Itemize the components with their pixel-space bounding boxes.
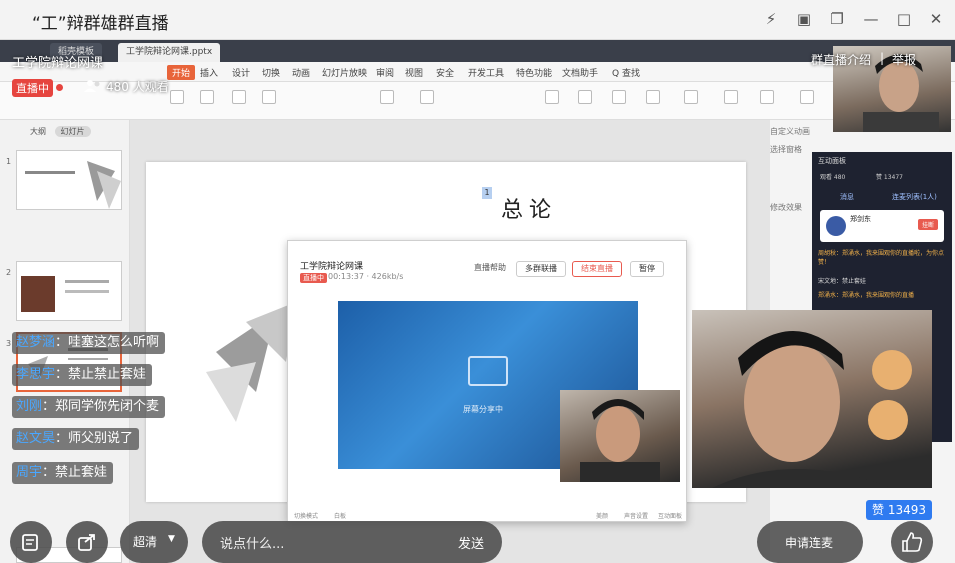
ppt-menu-item: 切换 xyxy=(262,69,281,79)
ppt-menu-item: 幻灯片放映 xyxy=(322,69,368,79)
share-title: 工学院辩论网课 xyxy=(300,262,364,272)
panel-viewers: 观看 480 xyxy=(820,174,846,181)
webcam-inset-small xyxy=(560,390,680,482)
live-dot-icon xyxy=(56,84,63,91)
maximize-icon[interactable]: □ xyxy=(895,10,913,28)
slide-thumb xyxy=(16,150,122,210)
comment-input[interactable]: 说点什么... xyxy=(220,533,284,552)
ppt-menu-item: 动画 xyxy=(292,69,311,79)
share-caption: 屏幕分享中 xyxy=(463,405,503,414)
panel-message: 宋文地：禁止套娃 xyxy=(818,278,867,285)
title-bar: “工”辩群雄群直播 ⚡ ▣ ❐ — □ ✕ xyxy=(0,0,955,40)
avatar xyxy=(826,216,846,236)
close-icon[interactable]: ✕ xyxy=(927,10,945,28)
panel-tab-messages: 消息 xyxy=(840,193,854,201)
room-name: 工学院辩论网课 xyxy=(12,56,104,71)
share-pause-button: 暂停 xyxy=(630,261,664,277)
ppt-menu-item: 特色功能 xyxy=(516,69,553,79)
panel-message: 郑涌水：郑涌水，我来围观你的直播 xyxy=(818,292,915,299)
notes-icon xyxy=(22,534,38,551)
ppt-tab: 工学院辩论网课.pptx xyxy=(118,43,221,62)
mic-user-name: 郑剑东 xyxy=(850,215,871,223)
lightning-icon[interactable]: ⚡ xyxy=(762,10,780,28)
share-foot-item: 美颜 xyxy=(596,513,609,520)
slide-thumb xyxy=(16,261,122,321)
monitor-icon xyxy=(468,356,508,386)
mic-user-card: 郑剑东 挂断 xyxy=(820,210,944,242)
pip-icon[interactable]: ❐ xyxy=(828,10,846,28)
danmaku-user: 赵梦涵 xyxy=(16,335,56,350)
share-foot-item: 切换模式 xyxy=(294,513,319,520)
danmaku-user: 赵文昊 xyxy=(16,431,56,446)
minimize-icon[interactable]: — xyxy=(862,10,880,28)
danmaku-item: 赵文昊：师父别说了 xyxy=(12,428,140,450)
danmaku-item: 李思宇：禁止禁止套娃 xyxy=(12,364,153,386)
share-foot-item: 声音设置 xyxy=(624,513,649,520)
like-count-badge: 赞 13493 xyxy=(866,500,932,520)
panel-message: 周胡秋：郑涌水，我来围观你的直播啦，为你点赞！ xyxy=(818,250,945,266)
panel-tab-mic-list: 连麦列表(1人) xyxy=(892,193,937,201)
danmaku-text: ：郑同学你先闭个麦 xyxy=(42,399,160,414)
hangup-button: 挂断 xyxy=(917,219,938,230)
danmaku-text: ：哇塞这怎么听啊 xyxy=(55,335,160,350)
share-stats: 00:13:37 · 426kb/s xyxy=(328,272,404,281)
ppt-menu-item: 文档助手 xyxy=(562,69,599,79)
ppt-menu-item: 设计 xyxy=(232,69,251,79)
outline-tab: 大纲 xyxy=(30,127,46,136)
ppt-menu-item: 开发工具 xyxy=(468,69,505,79)
apply-mic-label: 申请连麦 xyxy=(785,536,834,550)
webcam-guest xyxy=(692,310,932,488)
separator: | xyxy=(880,51,885,65)
slide-number-badge: 1 xyxy=(482,187,492,199)
ppt-menu-item: 开始 xyxy=(167,65,196,80)
danmaku-user: 刘刚 xyxy=(16,399,43,414)
comment-bar[interactable]: 说点什么... 发送 xyxy=(202,521,502,563)
share-help: 直播帮助 xyxy=(474,263,506,272)
apply-mic-button[interactable]: 申请连麦 xyxy=(757,521,863,563)
interaction-panel-title: 互动面板 xyxy=(818,157,846,165)
share-foot-item: 白板 xyxy=(334,513,347,520)
slides-tab: 幻灯片 xyxy=(54,126,91,137)
live-video-stage: 稻壳模板 工学院辩论网课.pptx 开始 插入 设计 切换 动画 幻灯片放映 审… xyxy=(0,40,955,563)
slide-title: 总论 xyxy=(501,198,558,223)
share-button[interactable] xyxy=(66,521,108,563)
danmaku-user: 李思宇 xyxy=(16,367,56,382)
danmaku-user: 周宇 xyxy=(16,465,43,480)
send-button[interactable]: 发送 xyxy=(458,533,484,552)
share-multi-button: 多群联播 xyxy=(516,261,566,277)
panel-text: 选择窗格 xyxy=(770,145,802,154)
ppt-menu-item: Q 查找 xyxy=(612,69,640,79)
panel-text: 自定义动画 xyxy=(770,127,810,136)
share-screen-icon[interactable]: ▣ xyxy=(795,10,813,28)
quality-selector[interactable]: 超清 ▼ xyxy=(120,521,188,563)
live-badge: 直播中 xyxy=(12,79,53,97)
viewer-count: 480 人观看 xyxy=(106,80,169,94)
panel-text: 修改效果 xyxy=(770,203,802,212)
ppt-menu-item: 安全 xyxy=(436,69,455,79)
danmaku-text: ：禁止套娃 xyxy=(42,465,108,480)
chevron-down-icon: ▼ xyxy=(168,534,175,544)
thumbs-up-icon xyxy=(902,532,923,552)
thumb-tabs: 大纲 幻灯片 xyxy=(30,126,91,137)
share-foot-item: 互动面板 xyxy=(658,513,683,520)
ppt-menu-item: 审阅 xyxy=(376,69,395,79)
panel-likes: 赞 13477 xyxy=(876,174,903,181)
like-button[interactable] xyxy=(891,521,933,563)
danmaku-text: ：师父别说了 xyxy=(55,431,134,446)
group-live-intro-link[interactable]: 群直播介绍 xyxy=(811,51,871,68)
window-title: “工”辩群雄群直播 xyxy=(32,14,169,34)
share-live-tag: 直播中 xyxy=(300,273,327,283)
danmaku-item: 周宇：禁止套娃 xyxy=(12,462,114,484)
ppt-menu-item: 插入 xyxy=(200,69,219,79)
danmaku-item: 赵梦涵：哇塞这怎么听啊 xyxy=(12,332,166,354)
viewers-icon xyxy=(84,79,102,97)
quality-label: 超清 xyxy=(133,535,158,549)
report-link[interactable]: 举报 xyxy=(892,51,916,68)
share-icon xyxy=(78,534,95,551)
ppt-menu-item: 视图 xyxy=(405,69,424,79)
share-end-button: 结束直播 xyxy=(572,261,622,277)
danmaku-item: 刘刚：郑同学你先闭个麦 xyxy=(12,396,166,418)
notes-button[interactable] xyxy=(10,521,52,563)
danmaku-text: ：禁止禁止套娃 xyxy=(55,367,147,382)
